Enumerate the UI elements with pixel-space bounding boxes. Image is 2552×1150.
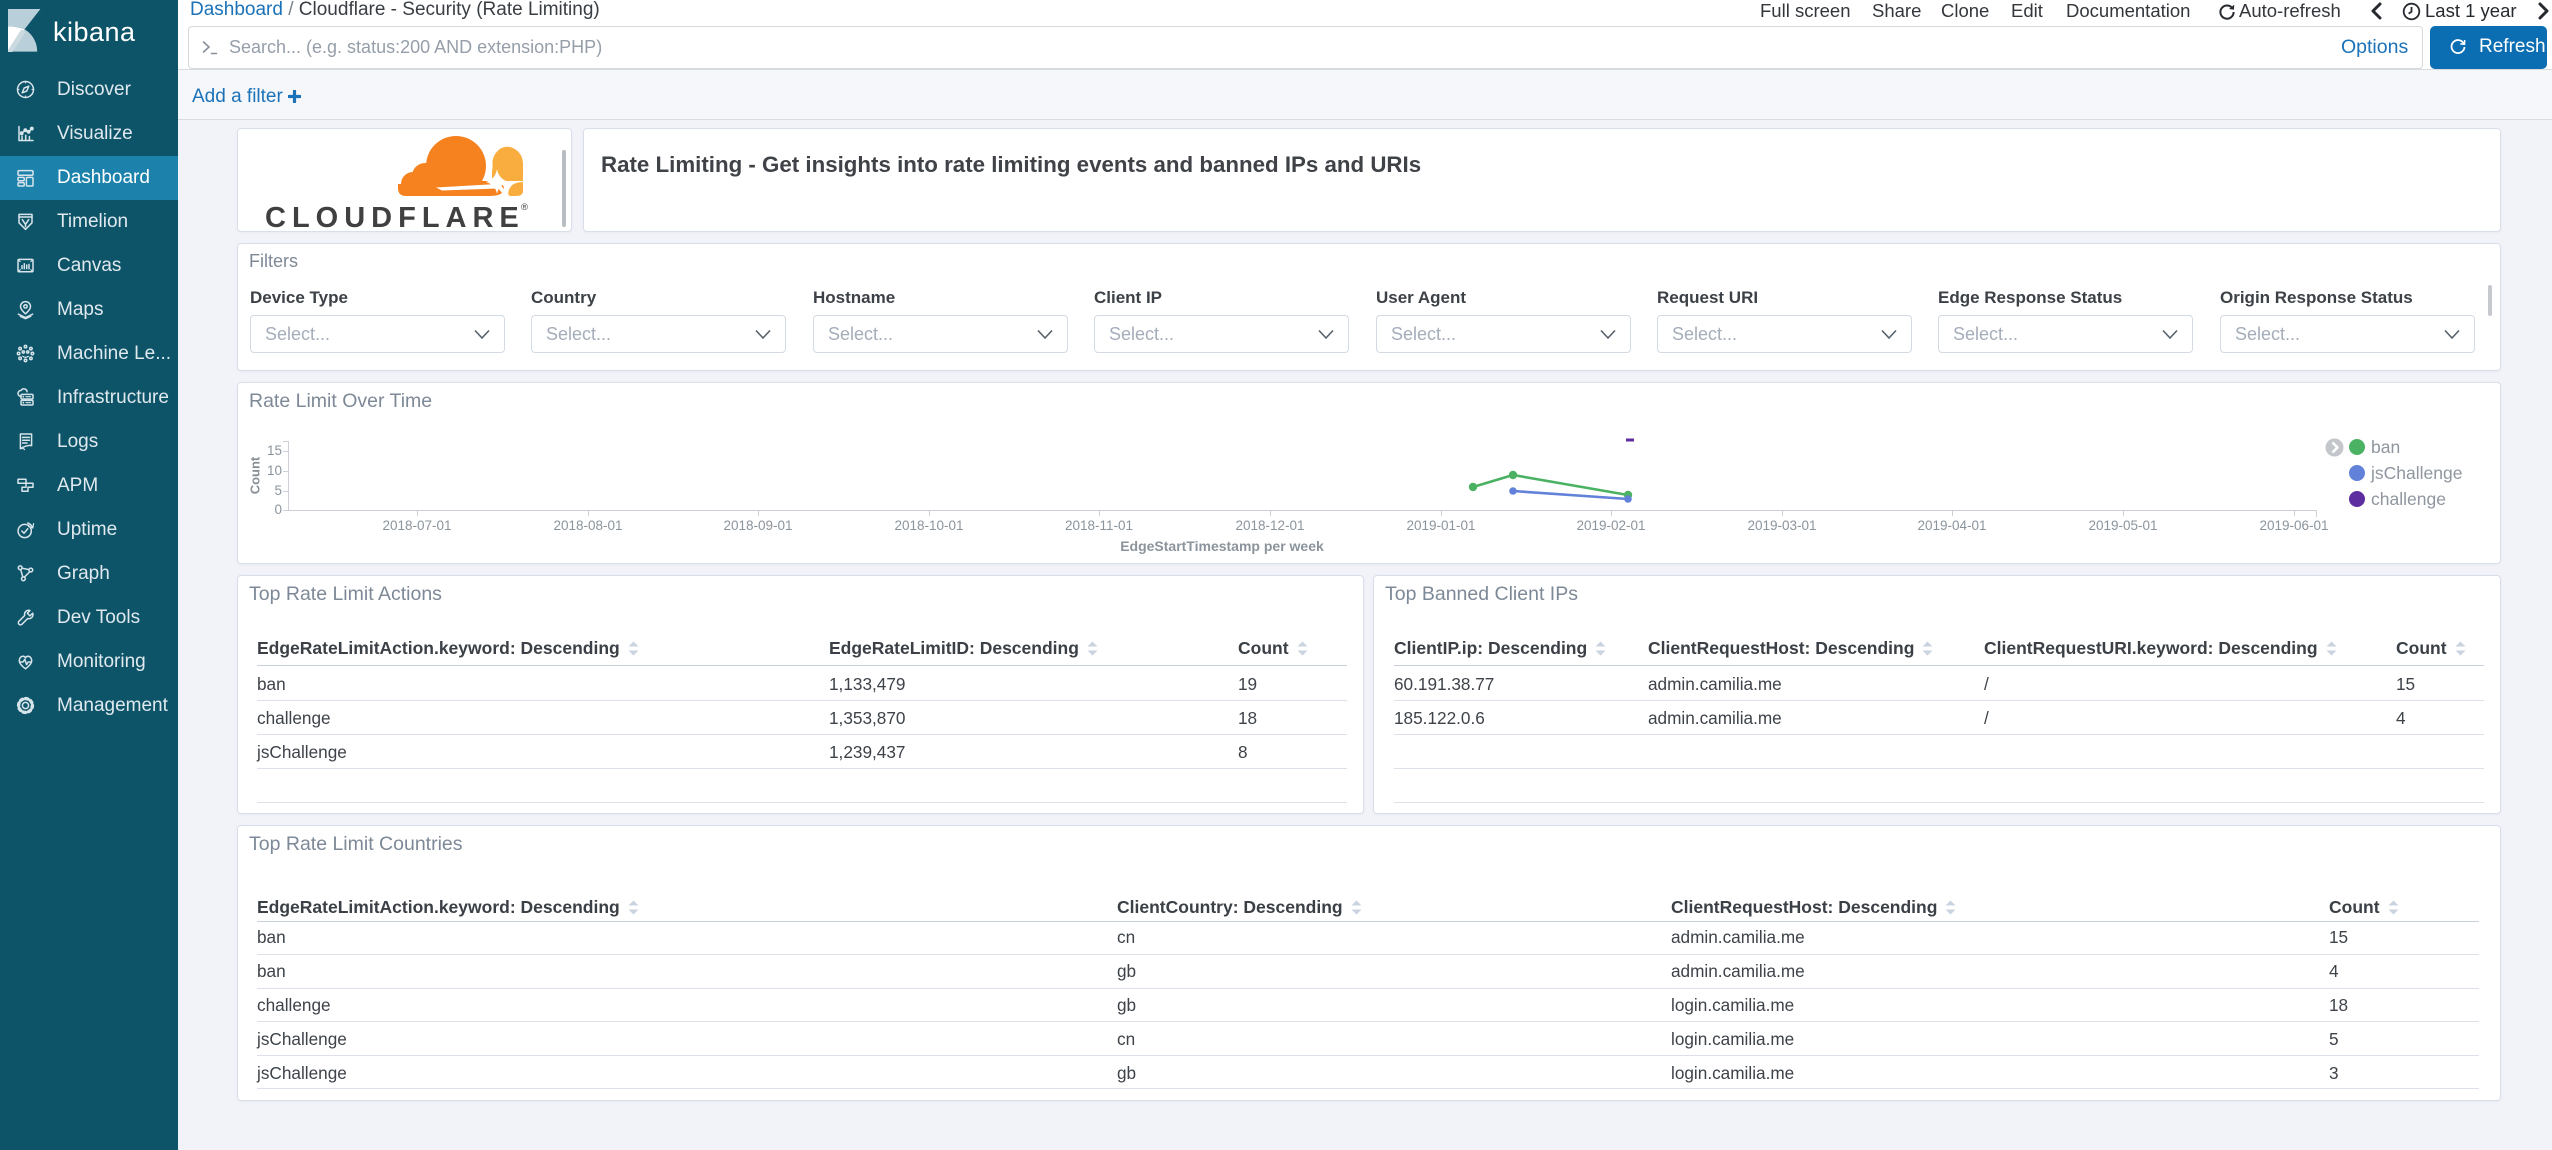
svg-text:CLOUDFLARE: CLOUDFLARE (265, 202, 525, 234)
svg-text:®: ® (521, 202, 528, 213)
